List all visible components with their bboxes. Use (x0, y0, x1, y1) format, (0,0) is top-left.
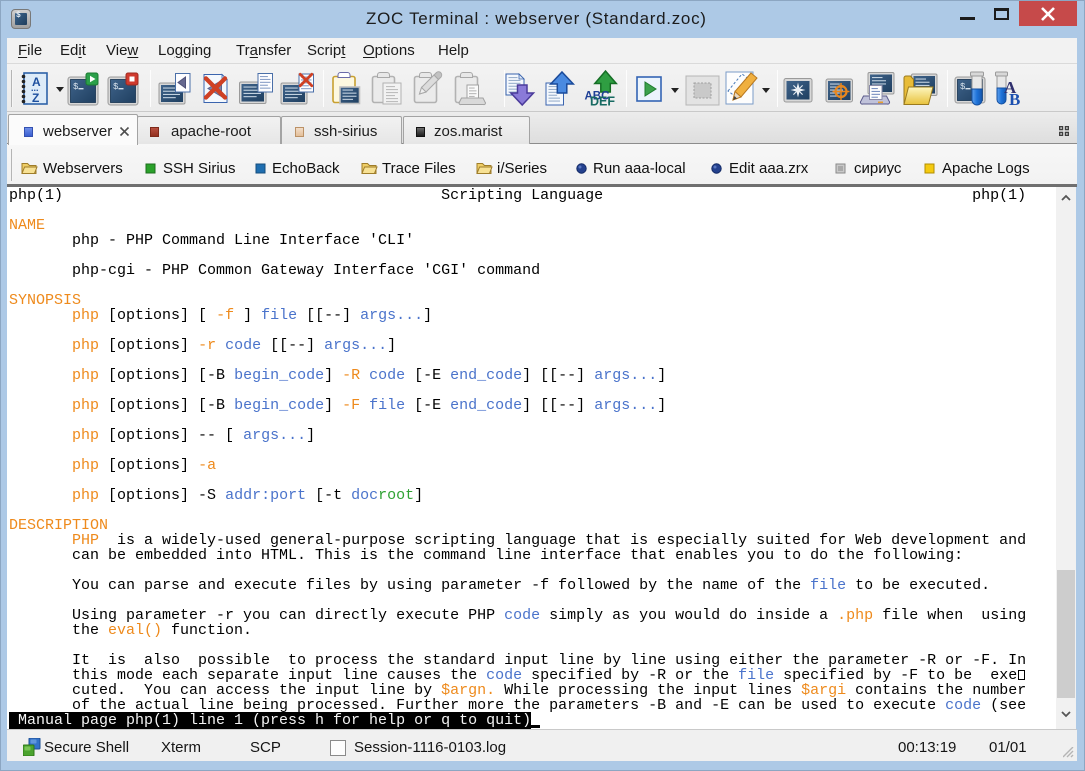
svg-text:Z: Z (32, 91, 39, 105)
svg-text:DEF: DEF (590, 95, 615, 109)
svg-text:$: $ (113, 82, 119, 92)
svg-text:$: $ (73, 82, 79, 92)
svg-text:$: $ (960, 82, 966, 92)
svg-text:B: B (1009, 90, 1020, 109)
